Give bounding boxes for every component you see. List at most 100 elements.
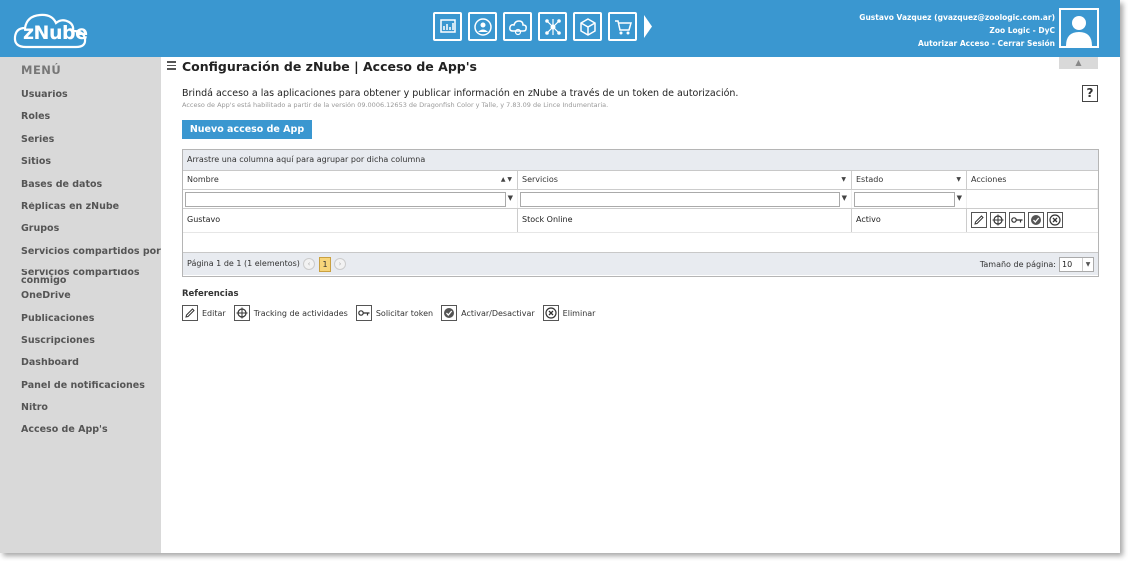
user-name: Gustavo Vazquez (gvazquez@zoologic.com.a… — [859, 13, 1055, 22]
help-icon[interactable]: ? — [1082, 85, 1098, 102]
filter-icon[interactable]: ▼ — [956, 171, 961, 189]
cube-icon[interactable] — [573, 12, 602, 41]
app-window: zNube Gustavo Vazquez (gvazquez@zoologic… — [0, 0, 1120, 553]
filter-cell-estado: ▼ — [852, 190, 967, 208]
grid-pager: Página 1 de 1 (1 elementos) ‹ 1 › Tamaño… — [183, 252, 1098, 275]
user-avatar-icon — [1066, 16, 1092, 46]
sidebar-item-publicaciones[interactable]: Publicaciones — [21, 314, 161, 336]
sidebar-item-servicios-compartidos-por-mi[interactable]: Servicios compartidos por mí — [21, 247, 161, 269]
column-label: Estado — [856, 175, 884, 184]
new-app-access-button[interactable]: Nuevo acceso de App — [182, 120, 312, 139]
cell-estado: Activo — [852, 209, 967, 232]
reference-edit: Editar — [182, 305, 226, 321]
filter-icon[interactable]: ▼ — [508, 194, 513, 202]
pager-current-page[interactable]: 1 — [319, 257, 331, 272]
chevron-right-icon[interactable] — [643, 12, 653, 41]
page-size-label: Tamaño de página: — [979, 260, 1056, 269]
delete-icon — [542, 305, 559, 321]
key-icon[interactable] — [1009, 212, 1025, 228]
sidebar-item-acceso-apps[interactable]: Acceso de App's — [21, 425, 161, 447]
user-links: Autorizar Acceso - Cerrar Sesión — [859, 37, 1055, 50]
reference-delete: Eliminar — [542, 305, 595, 321]
sidebar-item-panel-notificaciones[interactable]: Panel de notificaciones — [21, 381, 161, 403]
hamburger-menu-icon[interactable] — [167, 61, 176, 72]
empty-grid-space — [183, 233, 1098, 252]
company-name: Zoo Logic - DyC — [989, 26, 1055, 35]
filter-icon[interactable]: ▼ — [841, 171, 846, 189]
delete-icon[interactable] — [1047, 212, 1063, 228]
check-icon[interactable] — [1028, 212, 1044, 228]
logout-link[interactable]: Cerrar Sesión — [998, 39, 1055, 48]
references-legend: Editar Tracking de actividades Solicitar… — [182, 305, 603, 321]
grid-header-row: Nombre ▲ ▼ Servicios ▼ Estado ▼ Acciones — [183, 171, 1098, 190]
column-header-estado[interactable]: Estado ▼ — [852, 171, 967, 189]
sort-filter-icon[interactable]: ▲ ▼ — [501, 171, 512, 189]
cloud-settings-icon[interactable] — [503, 12, 532, 41]
chevron-up-icon: ▲ — [1075, 58, 1082, 67]
sidebar-item-bases-de-datos[interactable]: Bases de datos — [21, 180, 161, 202]
sidebar-item-series[interactable]: Series — [21, 135, 161, 157]
filter-input-nombre[interactable] — [185, 192, 506, 207]
tracking-icon — [233, 305, 250, 321]
column-header-servicios[interactable]: Servicios ▼ — [518, 171, 852, 189]
sidebar-item-usuarios[interactable]: Usuarios — [21, 90, 161, 112]
sidebar-item-roles[interactable]: Roles — [21, 112, 161, 134]
sidebar-item-replicas[interactable]: Réplicas en zNube — [21, 202, 161, 224]
main-content: ▲ Configuración de zNube | Acceso de App… — [161, 57, 1120, 553]
pager-summary: Página 1 de 1 (1 elementos) — [187, 259, 300, 268]
sidebar-item-sitios[interactable]: Sitios — [21, 157, 161, 179]
sidebar-item-nitro[interactable]: Nitro — [21, 403, 161, 425]
pager-prev-icon[interactable]: ‹ — [303, 258, 315, 270]
chevron-down-icon[interactable]: ▼ — [1082, 258, 1093, 271]
sidebar-item-grupos[interactable]: Grupos — [21, 224, 161, 246]
reference-tracking: Tracking de actividades — [233, 305, 348, 321]
authorize-access-link[interactable]: Autorizar Acceso — [918, 39, 989, 48]
table-row[interactable]: Gustavo Stock Online Activo — [183, 209, 1098, 233]
collapse-header-button[interactable]: ▲ — [1059, 57, 1098, 69]
page-size-select[interactable]: 10 ▼ — [1059, 257, 1094, 272]
reference-toggle: Activar/Desactivar — [441, 305, 535, 321]
edit-icon — [182, 305, 198, 321]
sidebar-item-suscripciones[interactable]: Suscripciones — [21, 336, 161, 358]
sidebar-item-servicios-compartidos-conmigo[interactable]: Servicios compartidos conmigo — [21, 269, 161, 291]
sidebar: MENÚ Usuarios Roles Series Sitios Bases … — [0, 57, 161, 553]
link-separator: - — [991, 39, 995, 48]
module-bar — [433, 12, 653, 41]
reference-label: Editar — [202, 308, 226, 318]
bi-chart-icon[interactable] — [433, 12, 462, 41]
tracking-icon[interactable] — [990, 212, 1006, 228]
cart-icon[interactable] — [608, 12, 637, 41]
filter-icon[interactable]: ▼ — [842, 194, 847, 202]
version-note: Acceso de App's está habilitado a partir… — [182, 101, 609, 109]
sidebar-item-onedrive[interactable]: OneDrive — [21, 291, 161, 313]
filter-icon[interactable]: ▼ — [957, 194, 962, 202]
sidebar-menu: Usuarios Roles Series Sitios Bases de da… — [21, 90, 161, 448]
page-title: Configuración de zNube | Acceso de App's — [182, 59, 477, 74]
column-label: Nombre — [187, 175, 219, 184]
column-header-nombre[interactable]: Nombre ▲ ▼ — [183, 171, 518, 189]
filter-cell-servicios: ▼ — [518, 190, 852, 208]
grid-filter-row: ▼ ▼ ▼ — [183, 190, 1098, 209]
reference-label: Solicitar token — [375, 308, 434, 318]
sidebar-item-dashboard[interactable]: Dashboard — [21, 358, 161, 380]
references-title: Referencias — [182, 289, 239, 299]
reference-label: Tracking de actividades — [253, 308, 348, 318]
group-by-panel[interactable]: Arrastre una columna aquí para agrupar p… — [183, 150, 1098, 171]
pager-next-icon[interactable]: › — [334, 258, 346, 270]
filter-input-estado[interactable] — [854, 192, 955, 207]
menu-title: MENÚ — [21, 63, 62, 77]
filter-cell-nombre: ▼ — [183, 190, 518, 208]
top-header: zNube Gustavo Vazquez (gvazquez@zoologic… — [0, 0, 1120, 57]
edit-icon[interactable] — [971, 212, 987, 228]
cell-servicios: Stock Online — [518, 209, 852, 232]
filter-input-servicios[interactable] — [520, 192, 840, 207]
network-icon[interactable] — [538, 12, 567, 41]
check-icon — [441, 305, 458, 321]
key-icon — [355, 305, 372, 321]
avatar[interactable] — [1059, 8, 1099, 48]
app-access-grid: Arrastre una columna aquí para agrupar p… — [182, 149, 1099, 277]
users-icon[interactable] — [468, 12, 497, 41]
page-size-value: 10 — [1062, 260, 1073, 269]
filter-cell-acciones — [967, 190, 1098, 208]
page-description: Brindá acceso a las aplicaciones para ob… — [182, 88, 739, 99]
